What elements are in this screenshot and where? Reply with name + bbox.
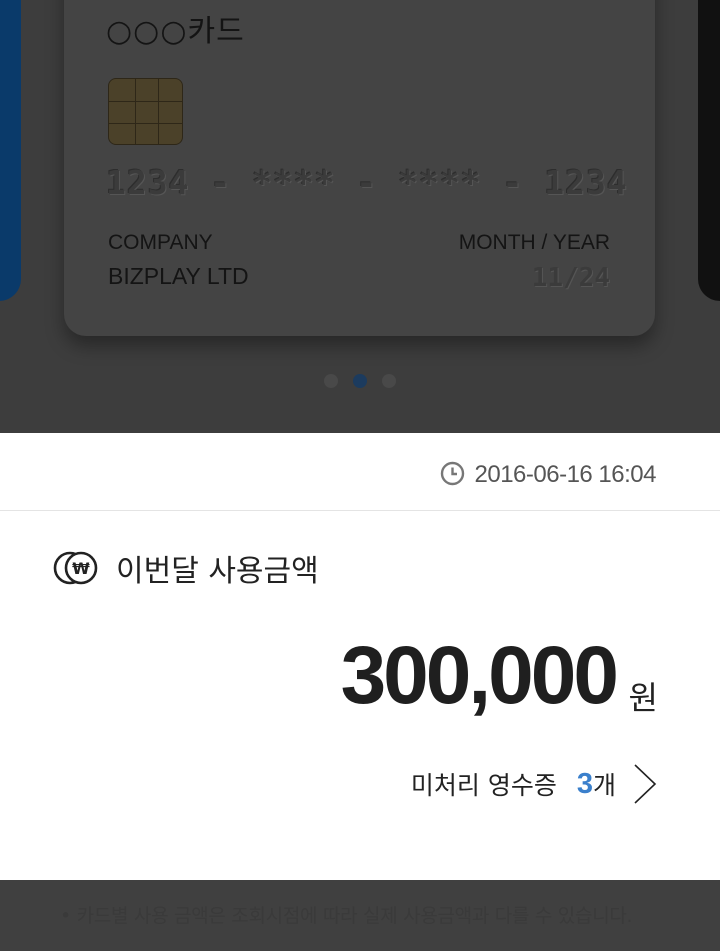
usage-amount: 300,000 [340, 630, 619, 721]
lookup-timestamp: 2016-06-16 16:04 [474, 461, 657, 488]
pagination-dot-active[interactable] [353, 374, 367, 388]
currency-unit: 원 [628, 679, 658, 717]
chevron-right-icon [634, 764, 657, 804]
carousel-pagination [324, 374, 396, 388]
svg-text:₩: ₩ [72, 559, 90, 578]
won-coins-icon: ₩ [53, 551, 98, 585]
credit-card[interactable]: ○○○카드 1234 - **** - **** - 1234 COMPANY … [64, 0, 655, 336]
card-name: ○○○카드 [106, 14, 245, 49]
previous-card[interactable] [0, 0, 21, 301]
card-number: 1234 - **** - **** - 1234 [106, 163, 628, 202]
timestamp-row: 2016-06-16 16:04 [0, 433, 720, 511]
expiry-value: 11/24 [531, 263, 610, 293]
expiry-label: MONTH / YEAR [458, 231, 610, 254]
receipts-label: 미처리 영수증 [410, 771, 557, 800]
clock-icon [440, 461, 465, 486]
card-chip-icon [108, 78, 183, 145]
company-name: BIZPLAY LTD [108, 263, 249, 289]
unprocessed-receipts-link[interactable]: 미처리 영수증 3 개 [411, 763, 658, 805]
pagination-dot[interactable] [382, 374, 396, 388]
notice-footer: • 카드별 사용 금액은 조회시점에 따라 실제 사용금액과 다를 수 있습니다… [0, 880, 720, 951]
next-card[interactable] [698, 0, 720, 301]
card-carousel[interactable]: ○○○카드 1234 - **** - **** - 1234 COMPANY … [0, 0, 720, 433]
receipts-unit: 개 [592, 771, 616, 800]
usage-panel: 2016-06-16 16:04 ₩ 이번달 사용금액 300,000 원 미처… [0, 433, 720, 880]
pagination-dot[interactable] [324, 374, 338, 388]
receipts-count: 3 [576, 767, 593, 800]
company-label: COMPANY [108, 231, 213, 254]
monthly-usage-title: 이번달 사용금액 [116, 554, 319, 589]
usage-notice: • 카드별 사용 금액은 조회시점에 따라 실제 사용금액과 다를 수 있습니다… [60, 905, 633, 927]
